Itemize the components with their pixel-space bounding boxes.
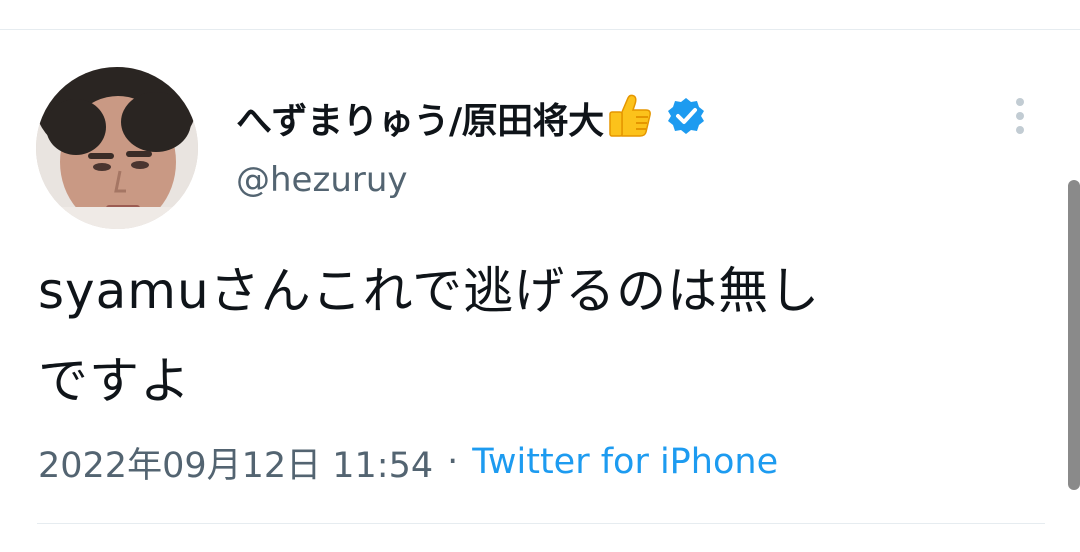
author-handle[interactable]: @hezuruy [236, 160, 408, 200]
more-dot [1016, 126, 1024, 134]
verified-icon [666, 96, 706, 140]
tweet-timestamp[interactable]: 2022年09月12日 11:54 [38, 437, 433, 488]
meta-separator: · [447, 442, 459, 482]
more-dot [1016, 112, 1024, 120]
avatar-photo [36, 67, 198, 229]
more-options-icon[interactable] [1006, 92, 1034, 140]
tweet-source-link[interactable]: Twitter for iPhone [472, 442, 778, 482]
tweet-text-line: ですよ [38, 352, 191, 410]
avatar[interactable] [36, 67, 198, 229]
scrollbar[interactable] [1068, 180, 1080, 490]
tweet-text: syamuさんこれで逃げるのは無し ですよ [38, 246, 1038, 426]
tweet-meta: 2022年09月12日 11:54 · Twitter for iPhone [38, 438, 778, 486]
bottom-divider [37, 523, 1045, 524]
author-name-row[interactable]: へずまりゅう/原田将大 [236, 88, 706, 148]
tweet-text-line: syamuさんこれで逃げるのは無し [38, 262, 821, 320]
thumbs-up-icon [606, 92, 654, 144]
more-dot [1016, 98, 1024, 106]
top-divider [0, 29, 1080, 30]
author-display-name[interactable]: へずまりゅう/原田将大 [236, 92, 604, 144]
